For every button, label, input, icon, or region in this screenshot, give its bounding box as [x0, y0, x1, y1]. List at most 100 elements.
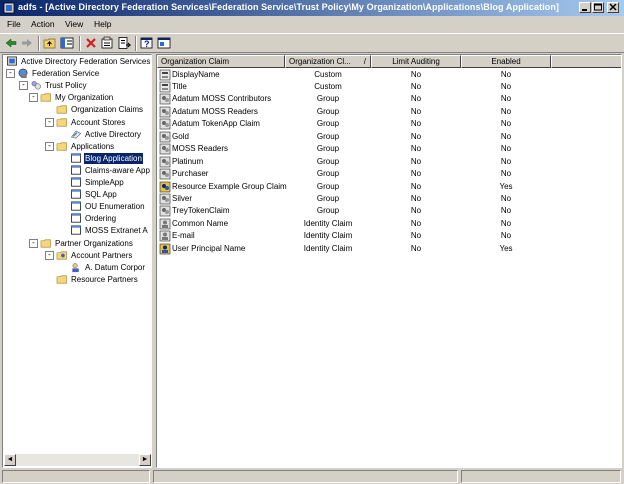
title-bar[interactable]: adfs - [Active Directory Federation Serv…: [0, 0, 624, 16]
claim-type: Identity Claim: [303, 231, 353, 241]
tree-node[interactable]: - Account Partners: [3, 250, 151, 262]
group-claim-icon: [159, 193, 171, 205]
claim-type: Group: [316, 119, 340, 129]
svg-text:?: ?: [144, 39, 150, 49]
enabled-value: No: [500, 69, 512, 79]
tree-expander[interactable]: -: [45, 141, 54, 151]
minimize-button[interactable]: [579, 2, 591, 13]
claim-type: Custom: [314, 69, 342, 79]
up-folder-icon[interactable]: [43, 36, 57, 50]
properties-icon[interactable]: [100, 36, 114, 50]
claim-type: Group: [316, 94, 340, 104]
enabled-value: No: [500, 81, 512, 91]
sort-indicator: /: [363, 57, 366, 66]
limit-auditing-value: No: [410, 81, 422, 91]
tree-node[interactable]: SimpleApp: [3, 177, 151, 189]
enabled-value: No: [500, 144, 512, 154]
maximize-button[interactable]: [592, 2, 604, 13]
tree-node[interactable]: Active Directory: [3, 129, 151, 141]
limit-auditing-value: No: [410, 206, 422, 216]
claims-list[interactable]: Organization Claim Organization Cl... / L…: [156, 54, 622, 468]
scroll-right-button[interactable]: ►: [139, 454, 151, 466]
limit-auditing-value: No: [410, 194, 422, 203]
list-item[interactable]: Adatum MOSS Contributors Group No No: [157, 93, 621, 105]
tree-node[interactable]: - Partner Organizations: [3, 238, 151, 250]
export-list-icon[interactable]: [117, 36, 131, 50]
enabled-value: No: [500, 231, 512, 241]
column-header-claim[interactable]: Organization Claim: [157, 55, 285, 68]
column-header-type[interactable]: Organization Cl... /: [285, 55, 371, 68]
limit-auditing-value: No: [410, 69, 422, 79]
list-item[interactable]: E-mail Identity Claim No No: [157, 230, 621, 242]
delete-icon[interactable]: [84, 36, 98, 50]
tree-node[interactable]: Organization Claims: [3, 104, 151, 116]
list-item[interactable]: Silver Group No No: [157, 193, 621, 205]
tree-node[interactable]: OU Enumeration: [3, 201, 151, 213]
tree-node[interactable]: Active Directory Federation Services: [3, 56, 151, 68]
list-item[interactable]: Gold Group No No: [157, 131, 621, 143]
list-item[interactable]: DisplayName Custom No No: [157, 69, 621, 81]
toolbar-separator: [79, 36, 81, 51]
help-icon[interactable]: ?: [140, 36, 154, 50]
console-tree[interactable]: Active Directory Federation Services - Fed…: [2, 54, 152, 468]
tree-node[interactable]: MOSS Extranet A: [3, 225, 151, 237]
list-item[interactable]: Purchaser Group No No: [157, 168, 621, 180]
claim-name: MOSS Readers: [172, 144, 229, 154]
adfs-root-icon: [7, 56, 17, 66]
tree-expander[interactable]: -: [29, 93, 38, 103]
column-header-empty: [551, 55, 621, 68]
list-item[interactable]: Adatum TokenApp Claim Group No No: [157, 118, 621, 130]
column-header-enabled[interactable]: Enabled: [461, 55, 551, 68]
folder-icon: [56, 142, 67, 151]
forward-icon[interactable]: [20, 36, 34, 50]
tree-node[interactable]: - Trust Policy: [3, 80, 151, 92]
tree-node[interactable]: - Account Stores: [3, 117, 151, 129]
tree-expander[interactable]: -: [29, 238, 38, 248]
menu-view[interactable]: View: [65, 19, 83, 29]
list-item[interactable]: TreyTokenClaim Group No No: [157, 205, 621, 217]
status-panel-right: [461, 470, 621, 483]
list-item[interactable]: Resource Example Group Claim Group No Yes: [157, 181, 621, 193]
enabled-value: No: [500, 156, 512, 166]
tree-horizontal-scrollbar[interactable]: ◄ ►: [4, 454, 151, 466]
tree-node-label: Applications: [71, 141, 115, 151]
tree-expander[interactable]: -: [6, 69, 15, 79]
limit-auditing-value: No: [410, 243, 422, 253]
claim-name: Adatum MOSS Readers: [172, 106, 258, 116]
tree-node[interactable]: Claims-aware App: [3, 165, 151, 177]
claim-type: Custom: [314, 81, 342, 91]
tree-node[interactable]: - Applications: [3, 141, 151, 153]
menu-action[interactable]: Action: [31, 19, 55, 29]
tree-node[interactable]: - My Organization: [3, 92, 151, 104]
list-item[interactable]: Common Name Identity Claim No No: [157, 218, 621, 230]
tree-expander[interactable]: -: [19, 81, 28, 91]
tree-node[interactable]: Ordering: [3, 213, 151, 225]
list-item[interactable]: Adatum MOSS Readers Group No No: [157, 106, 621, 118]
claim-type: Identity Claim: [303, 218, 353, 228]
tree-node[interactable]: SQL App: [3, 189, 151, 201]
tree-node-label: My Organization: [55, 93, 114, 103]
list-item[interactable]: Title Custom No No: [157, 81, 621, 93]
back-icon[interactable]: [4, 36, 18, 50]
enabled-value: No: [500, 194, 512, 203]
column-header-limit-auditing[interactable]: Limit Auditing: [371, 55, 461, 68]
tree-node[interactable]: Resource Partners: [3, 274, 151, 286]
group-claim-icon: [159, 168, 171, 180]
tree-expander[interactable]: -: [45, 117, 54, 127]
tree-node-label: Claims-aware App: [85, 165, 150, 175]
close-button[interactable]: [607, 2, 619, 13]
claim-name: Title: [172, 81, 187, 91]
limit-auditing-value: No: [410, 231, 422, 241]
list-item[interactable]: MOSS Readers Group No No: [157, 143, 621, 155]
console-icon[interactable]: [157, 36, 171, 50]
menu-help[interactable]: Help: [94, 19, 111, 29]
list-item[interactable]: User Principal Name Identity Claim No Yes: [157, 243, 621, 255]
show-hide-tree-icon[interactable]: [60, 36, 74, 50]
tree-expander[interactable]: -: [45, 250, 54, 260]
scroll-left-button[interactable]: ◄: [4, 454, 16, 466]
tree-node[interactable]: A. Datum Corpor: [3, 262, 151, 274]
menu-file[interactable]: File: [7, 19, 21, 29]
tree-node[interactable]: - Federation Service: [3, 68, 151, 80]
tree-node[interactable]: Blog Application: [3, 152, 151, 165]
list-item[interactable]: Platinum Group No No: [157, 156, 621, 168]
